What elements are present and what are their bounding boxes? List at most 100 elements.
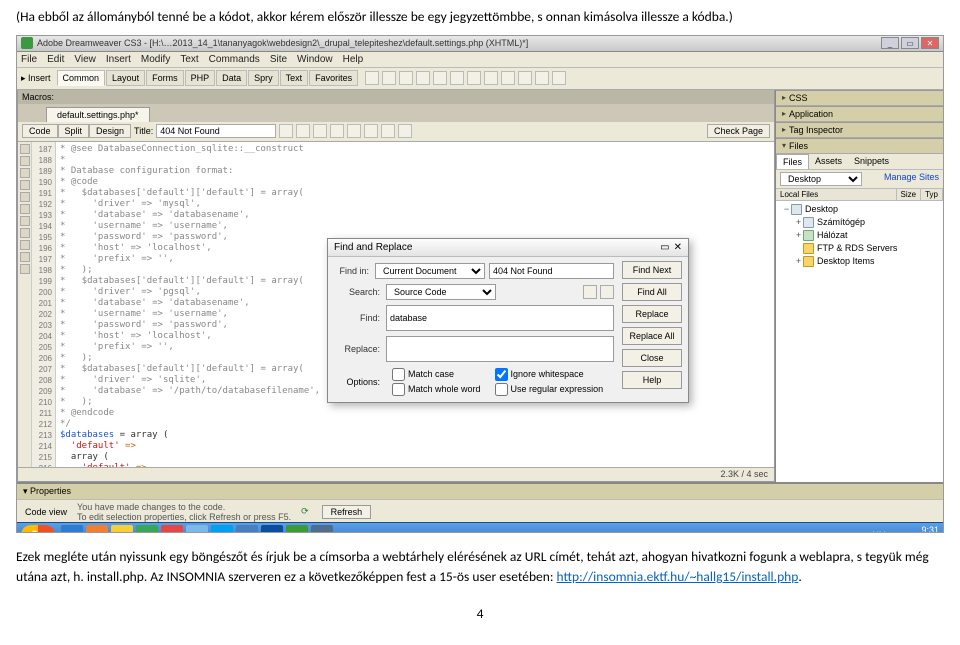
insert-icon-9[interactable]: [518, 71, 532, 85]
taskbar-icon-6[interactable]: [211, 525, 233, 533]
insert-icon-4[interactable]: [433, 71, 447, 85]
code-tool-1[interactable]: [20, 156, 30, 166]
panel-tag-inspector-head[interactable]: Tag Inspector: [776, 122, 943, 138]
panel-files-head[interactable]: Files: [776, 138, 943, 154]
menu-insert[interactable]: Insert: [106, 54, 131, 65]
replace-input[interactable]: [386, 336, 614, 362]
insert-tab-forms[interactable]: Forms: [146, 70, 184, 86]
menu-site[interactable]: Site: [270, 54, 287, 65]
doc-tab-default-settings[interactable]: default.settings.php*: [46, 107, 150, 122]
dialog-min-icon[interactable]: ▭: [660, 242, 669, 253]
opt-regex[interactable]: Use regular expression: [495, 383, 604, 396]
dialog-close-icon[interactable]: ✕: [674, 242, 682, 253]
insert-icon-6[interactable]: [467, 71, 481, 85]
replace-button[interactable]: Replace: [622, 305, 682, 323]
insert-icon-0[interactable]: [365, 71, 379, 85]
menu-edit[interactable]: Edit: [47, 54, 64, 65]
insert-icon-5[interactable]: [450, 71, 464, 85]
insert-icon-10[interactable]: [535, 71, 549, 85]
taskbar-icon-8[interactable]: [261, 525, 283, 533]
code-tool-7[interactable]: [20, 228, 30, 238]
col-type[interactable]: Typ: [921, 189, 943, 200]
tray-time[interactable]: 9:31: [921, 525, 939, 533]
tree-item[interactable]: −Desktop: [778, 203, 941, 216]
taskbar-icon-10[interactable]: [311, 525, 333, 533]
code-tool-0[interactable]: [20, 144, 30, 154]
col-local-files[interactable]: Local Files: [776, 189, 897, 200]
view-design-button[interactable]: Design: [89, 124, 131, 138]
tree-item[interactable]: +Számítógép: [778, 216, 941, 229]
save-query-icon[interactable]: [583, 285, 597, 299]
code-tool-6[interactable]: [20, 216, 30, 226]
tab-snippets[interactable]: Snippets: [848, 154, 895, 169]
menu-commands[interactable]: Commands: [209, 54, 260, 65]
tray-lang[interactable]: HU: [872, 530, 885, 533]
code-tool-9[interactable]: [20, 252, 30, 262]
taskbar-icon-4[interactable]: [161, 525, 183, 533]
code-tool-8[interactable]: [20, 240, 30, 250]
doc-tool-icon-2[interactable]: [313, 124, 327, 138]
properties-head[interactable]: ▾ Properties: [17, 484, 943, 500]
code-tool-3[interactable]: [20, 180, 30, 190]
opt-whitespace[interactable]: Ignore whitespace: [495, 368, 604, 381]
menu-help[interactable]: Help: [343, 54, 364, 65]
insert-drawer-label[interactable]: ▸ Insert: [21, 73, 51, 84]
tree-item[interactable]: FTP & RDS Servers: [778, 242, 941, 255]
manage-sites-link[interactable]: Manage Sites: [884, 172, 939, 186]
code-tool-2[interactable]: [20, 168, 30, 178]
doc-tool-icon-4[interactable]: [347, 124, 361, 138]
taskbar-icon-7[interactable]: [236, 525, 258, 533]
panel-application-head[interactable]: Application: [776, 106, 943, 122]
menu-window[interactable]: Window: [297, 54, 333, 65]
minimize-button[interactable]: _: [881, 37, 899, 49]
insert-tab-common[interactable]: Common: [57, 70, 106, 86]
maximize-button[interactable]: ▭: [901, 37, 919, 49]
refresh-button[interactable]: Refresh: [322, 505, 372, 519]
doc-tool-icon-0[interactable]: [279, 124, 293, 138]
insert-tab-layout[interactable]: Layout: [106, 70, 145, 86]
insert-icon-1[interactable]: [382, 71, 396, 85]
tab-assets[interactable]: Assets: [809, 154, 848, 169]
insert-icon-8[interactable]: [501, 71, 515, 85]
dialog-title-bar[interactable]: Find and Replace ▭ ✕: [328, 239, 688, 257]
code-tool-5[interactable]: [20, 204, 30, 214]
code-tool-4[interactable]: [20, 192, 30, 202]
insert-icon-3[interactable]: [416, 71, 430, 85]
taskbar-icon-0[interactable]: [61, 525, 83, 533]
panel-css-head[interactable]: CSS: [776, 90, 943, 106]
tab-files[interactable]: Files: [776, 154, 809, 169]
doc-tool-icon-6[interactable]: [381, 124, 395, 138]
menu-modify[interactable]: Modify: [141, 54, 170, 65]
insert-tab-php[interactable]: PHP: [185, 70, 216, 86]
col-size[interactable]: Size: [897, 189, 922, 200]
find-next-button[interactable]: Find Next: [622, 261, 682, 279]
code-tool-10[interactable]: [20, 264, 30, 274]
doc-tool-icon-5[interactable]: [364, 124, 378, 138]
taskbar-icon-9[interactable]: [286, 525, 308, 533]
insert-icon-7[interactable]: [484, 71, 498, 85]
view-split-button[interactable]: Split: [58, 124, 90, 138]
insert-icon-2[interactable]: [399, 71, 413, 85]
insert-tab-favorites[interactable]: Favorites: [309, 70, 358, 86]
menu-view[interactable]: View: [74, 54, 96, 65]
taskbar-icon-5[interactable]: [186, 525, 208, 533]
taskbar-icon-2[interactable]: [111, 525, 133, 533]
opt-matchcase[interactable]: Match case: [392, 368, 481, 381]
close-dialog-button[interactable]: Close: [622, 349, 682, 367]
load-query-icon[interactable]: [600, 285, 614, 299]
insert-tab-text[interactable]: Text: [280, 70, 309, 86]
taskbar-icon-3[interactable]: [136, 525, 158, 533]
start-button[interactable]: [21, 525, 55, 533]
findin-title-input[interactable]: [489, 263, 614, 279]
tree-item[interactable]: +Hálózat: [778, 229, 941, 242]
tree-item[interactable]: +Desktop Items: [778, 255, 941, 268]
menu-file[interactable]: File: [21, 54, 37, 65]
find-all-button[interactable]: Find All: [622, 283, 682, 301]
doc-tool-icon-3[interactable]: [330, 124, 344, 138]
install-url-link[interactable]: http://insomnia.ektf.hu/~hallg15/install…: [557, 568, 799, 585]
find-input[interactable]: [386, 305, 614, 331]
site-dropdown[interactable]: Desktop: [780, 172, 862, 186]
replace-all-button[interactable]: Replace All: [622, 327, 682, 345]
close-button[interactable]: ✕: [921, 37, 939, 49]
help-button[interactable]: Help: [622, 371, 682, 389]
